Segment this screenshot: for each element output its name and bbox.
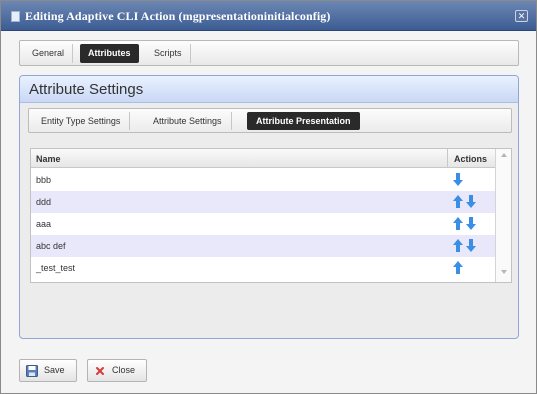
close-label: Close bbox=[112, 365, 136, 375]
move-down-icon[interactable] bbox=[466, 195, 476, 208]
title-bar[interactable]: Editing Adaptive CLI Action (mgpresentat… bbox=[1, 1, 536, 31]
panel-header: Attribute Settings bbox=[20, 76, 518, 103]
move-down-icon[interactable] bbox=[453, 173, 463, 186]
table-row[interactable]: ddd bbox=[31, 191, 495, 213]
save-icon bbox=[26, 365, 38, 377]
save-button[interactable]: Save bbox=[19, 359, 77, 382]
move-up-icon[interactable] bbox=[453, 239, 463, 252]
top-tab-bar: General Attributes Scripts bbox=[19, 40, 519, 66]
sub-tab-bar: Entity Type Settings Attribute Settings … bbox=[28, 108, 512, 133]
tab-attribute-settings[interactable]: Attribute Settings bbox=[144, 112, 232, 130]
tab-entity-type-settings[interactable]: Entity Type Settings bbox=[32, 112, 131, 130]
save-label: Save bbox=[44, 365, 65, 375]
row-actions bbox=[453, 195, 479, 209]
table-row[interactable]: bbb bbox=[31, 169, 495, 191]
move-up-icon[interactable] bbox=[453, 217, 463, 230]
attribute-name: ddd bbox=[36, 197, 52, 207]
tab-attributes[interactable]: Attributes bbox=[80, 44, 139, 63]
attribute-name: _test_test bbox=[36, 263, 76, 273]
table-row[interactable]: _test_test bbox=[31, 257, 495, 279]
attribute-name: aaa bbox=[36, 219, 52, 229]
move-down-icon[interactable] bbox=[466, 217, 476, 230]
column-header-name[interactable]: Name bbox=[36, 154, 61, 164]
attribute-name: bbb bbox=[36, 175, 52, 185]
row-actions bbox=[453, 239, 479, 253]
tab-general[interactable]: General bbox=[24, 44, 74, 63]
grid-scrollbar[interactable] bbox=[495, 149, 511, 282]
column-divider bbox=[447, 149, 448, 168]
attribute-settings-panel: Attribute Settings Entity Type Settings … bbox=[19, 75, 519, 339]
table-row[interactable]: abc def bbox=[31, 235, 495, 257]
edit-action-dialog: Editing Adaptive CLI Action (mgpresentat… bbox=[0, 0, 537, 394]
dialog-title: Editing Adaptive CLI Action (mgpresentat… bbox=[25, 9, 331, 23]
scroll-up-icon[interactable] bbox=[501, 153, 507, 157]
document-icon bbox=[11, 11, 20, 22]
scroll-down-icon[interactable] bbox=[501, 270, 507, 274]
attribute-grid: Name Actions bbb ddd aaa abc def _test_test bbox=[30, 148, 512, 283]
move-down-icon[interactable] bbox=[466, 239, 476, 252]
column-header-actions: Actions bbox=[454, 154, 488, 164]
close-icon[interactable]: ✕ bbox=[515, 10, 528, 22]
move-up-icon[interactable] bbox=[453, 195, 463, 208]
table-row[interactable]: aaa bbox=[31, 213, 495, 235]
row-actions bbox=[453, 217, 479, 231]
close-button[interactable]: Close bbox=[87, 359, 147, 382]
tab-attribute-presentation[interactable]: Attribute Presentation bbox=[247, 112, 360, 130]
dialog-footer: Save Close bbox=[1, 348, 536, 394]
tab-scripts[interactable]: Scripts bbox=[146, 44, 191, 63]
move-up-icon[interactable] bbox=[453, 261, 463, 274]
row-actions bbox=[453, 261, 466, 275]
panel-title: Attribute Settings bbox=[29, 81, 144, 98]
attribute-name: abc def bbox=[36, 241, 66, 251]
row-actions bbox=[453, 173, 466, 187]
grid-header: Name Actions bbox=[31, 149, 511, 168]
close-x-icon bbox=[96, 367, 104, 375]
